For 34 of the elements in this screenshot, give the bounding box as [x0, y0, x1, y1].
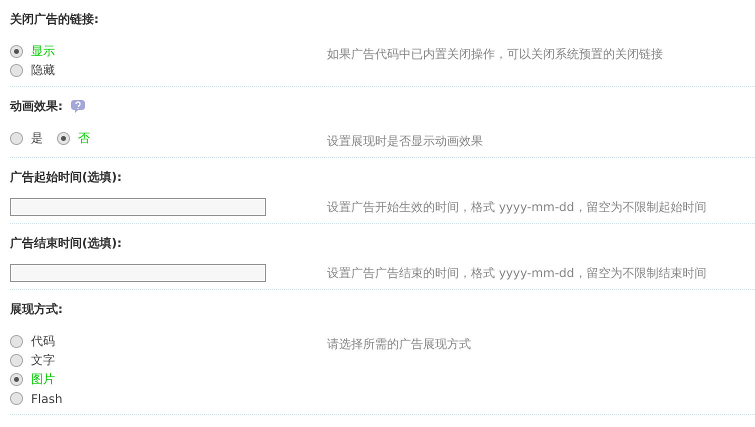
option-label: 隐藏: [31, 62, 55, 79]
radio-button[interactable]: [10, 45, 23, 58]
radio-button[interactable]: [10, 392, 23, 405]
setting-title: 广告结束时间(选填):: [10, 234, 122, 252]
date-field[interactable]: [10, 264, 266, 282]
option-label: 显示: [31, 43, 55, 60]
option-label: Flash: [31, 392, 62, 406]
setting-description: 设置广告开始生效的时间，格式 yyyy-mm-dd，留空为不限制起始时间: [327, 199, 706, 216]
setting-title: 广告起始时间(选填):: [10, 168, 122, 186]
option-label: 否: [78, 130, 90, 147]
radio-button[interactable]: [10, 335, 23, 348]
radio-button[interactable]: [10, 64, 23, 77]
option-label: 是: [31, 130, 43, 147]
help-icon[interactable]: [70, 100, 85, 112]
radio-button[interactable]: [57, 132, 70, 145]
radio-button[interactable]: [10, 373, 23, 386]
radio-button[interactable]: [10, 354, 23, 367]
radio-option[interactable]: 文字: [10, 351, 327, 370]
setting-description: 设置广告广告结束的时间，格式 yyyy-mm-dd，留空为不限制结束时间: [327, 265, 706, 282]
radio-option[interactable]: Flash: [10, 389, 327, 408]
setting-title: 关闭广告的链接:: [10, 10, 99, 28]
setting-description: 如果广告代码中已内置关闭操作，可以关闭系统预置的关闭链接: [327, 46, 663, 63]
radio-option[interactable]: 是: [10, 129, 43, 148]
option-label: 代码: [31, 333, 55, 350]
date-field[interactable]: [10, 198, 266, 216]
setting-description: 请选择所需的广告展现方式: [327, 336, 471, 353]
radio-option[interactable]: 隐藏: [10, 61, 327, 80]
setting-title: 展现方式:: [10, 300, 63, 318]
radio-option[interactable]: 代码: [10, 332, 327, 351]
radio-button[interactable]: [10, 132, 23, 145]
setting-title: 动画效果:: [10, 98, 63, 114]
option-label: 图片: [31, 371, 55, 388]
setting-description: 设置展现时是否显示动画效果: [327, 133, 483, 150]
option-label: 文字: [31, 352, 55, 369]
